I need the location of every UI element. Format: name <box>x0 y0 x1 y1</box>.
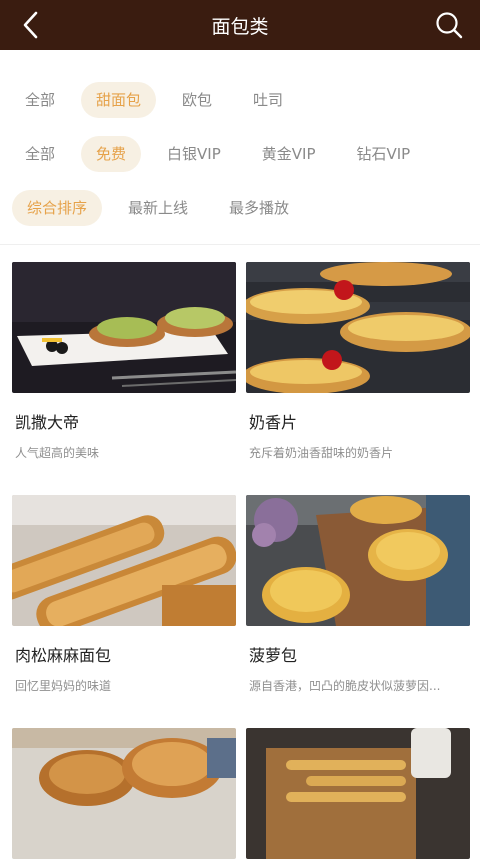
filter-category-euro-bread[interactable]: 欧包 <box>167 82 227 118</box>
filter-price-all[interactable]: 全部 <box>10 136 70 172</box>
recipe-card[interactable]: 肉松麻麻面包 回忆里妈妈的味道 <box>12 495 236 693</box>
divider <box>0 244 480 245</box>
filter-category-toast[interactable]: 吐司 <box>238 82 298 118</box>
recipe-image <box>12 728 236 859</box>
recipe-image <box>12 495 236 626</box>
recipe-image <box>246 728 470 859</box>
recipe-image <box>246 262 470 393</box>
recipe-title: 凯撒大帝 <box>15 413 80 432</box>
recipe-description: 充斥着奶油香甜味的奶香片 <box>249 446 394 460</box>
recipe-card[interactable]: 菠萝包 源自香港，凹凸的脆皮状似菠萝因... <box>246 495 470 693</box>
top-bar: 面包类 <box>0 0 480 50</box>
category-filter: 全部 甜面包 欧包 吐司 <box>10 82 309 118</box>
recipe-title: 肉松麻麻面包 <box>15 646 112 665</box>
page-title: 面包类 <box>211 15 269 38</box>
filter-price-free[interactable]: 免费 <box>81 136 142 172</box>
filter-price-gold-vip[interactable]: 黄金VIP <box>247 136 331 172</box>
recipe-card[interactable] <box>12 728 236 859</box>
recipe-image <box>246 495 470 626</box>
sort-newest[interactable]: 最新上线 <box>113 190 203 226</box>
recipe-title: 奶香片 <box>249 413 298 432</box>
filter-price-silver-vip[interactable]: 白银VIP <box>152 136 236 172</box>
price-filter: 全部 免费 白银VIP 黄金VIP 钻石VIP <box>10 136 436 172</box>
filter-price-diamond-vip[interactable]: 钻石VIP <box>342 136 426 172</box>
recipe-card[interactable]: 凯撒大帝 人气超高的美味 <box>12 262 236 460</box>
sort-most-played[interactable]: 最多播放 <box>214 190 304 226</box>
filter-category-sweet-bread[interactable]: 甜面包 <box>81 82 157 118</box>
sort-comprehensive[interactable]: 综合排序 <box>12 190 103 226</box>
recipe-description: 源自香港，凹凸的脆皮状似菠萝因... <box>249 679 441 693</box>
search-icon[interactable] <box>432 8 466 42</box>
recipe-card[interactable] <box>246 728 470 859</box>
recipe-title: 菠萝包 <box>249 646 298 665</box>
sort-filter: 综合排序 最新上线 最多播放 <box>12 190 315 226</box>
recipe-description: 回忆里妈妈的味道 <box>15 679 112 693</box>
recipe-card[interactable]: 奶香片 充斥着奶油香甜味的奶香片 <box>246 262 470 460</box>
recipe-image <box>12 262 236 393</box>
back-arrow-icon[interactable] <box>14 8 48 42</box>
filter-category-all[interactable]: 全部 <box>10 82 70 118</box>
recipe-description: 人气超高的美味 <box>15 446 100 460</box>
